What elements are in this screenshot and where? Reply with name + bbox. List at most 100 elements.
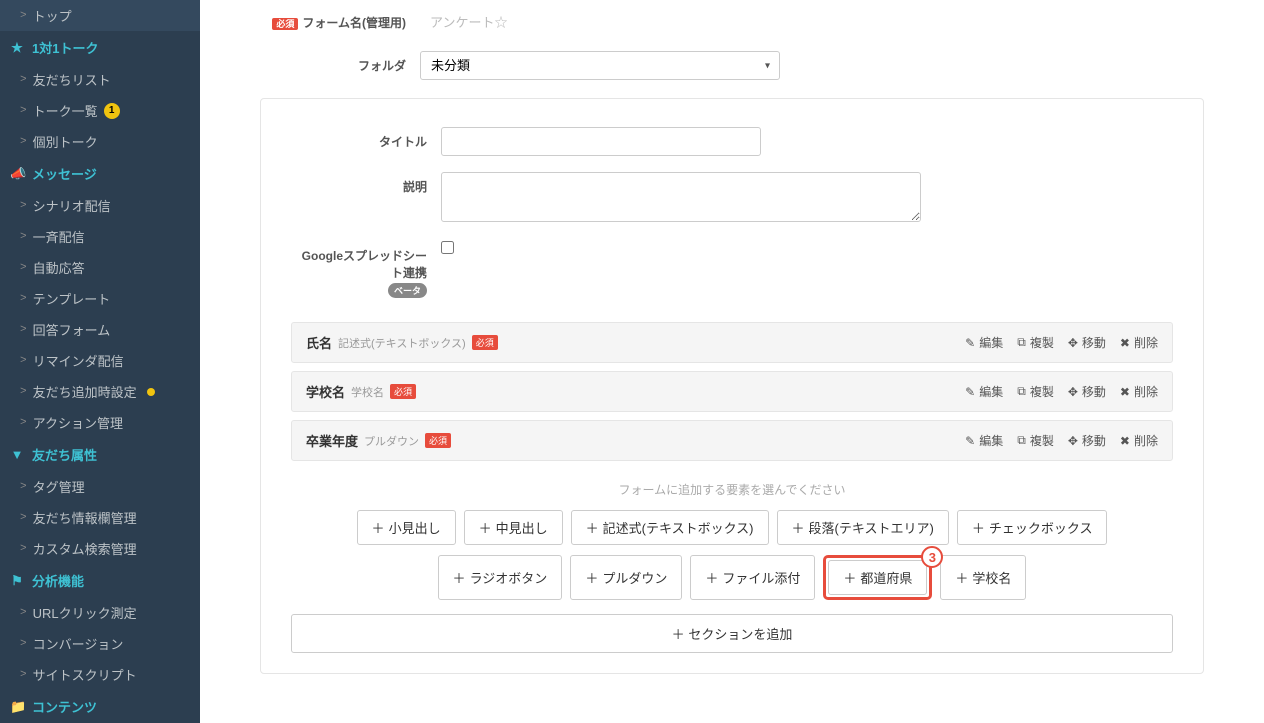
main-content: 必須フォーム名(管理用) フォルダ 未分類 タイトル 説明 Googleスプレッ…	[200, 0, 1264, 723]
sidebar-item-url-click[interactable]: >URLクリック測定	[0, 597, 200, 628]
chevron-icon: >	[20, 231, 27, 243]
plus-icon: ＋	[372, 518, 385, 537]
add-prefecture-button[interactable]: ＋都道府県	[828, 560, 927, 595]
form-name-label: 必須フォーム名(管理用)	[220, 8, 420, 31]
plus-icon: ＋	[453, 568, 466, 587]
add-textarea-button[interactable]: ＋段落(テキストエリア)	[777, 510, 949, 545]
sidebar-item-tag-mgmt[interactable]: >タグ管理	[0, 471, 200, 502]
add-school-button[interactable]: ＋学校名	[940, 555, 1026, 600]
sheet-label: Googleスプレッドシート連携 ベータ	[291, 241, 441, 298]
highlight-callout: 3 ＋都道府県	[823, 555, 932, 600]
chevron-icon: >	[20, 74, 27, 86]
copy-button[interactable]: ⧉複製	[1017, 383, 1054, 400]
sheet-checkbox[interactable]	[441, 241, 454, 254]
sidebar-item-friend-add-setting[interactable]: >友だち追加時設定	[0, 376, 200, 407]
move-button[interactable]: ✥移動	[1068, 383, 1106, 400]
move-button[interactable]: ✥移動	[1068, 432, 1106, 449]
edit-button[interactable]: ✎編集	[965, 383, 1003, 400]
sidebar-item-friend-list[interactable]: >友だちリスト	[0, 64, 200, 95]
chevron-icon: >	[20, 262, 27, 274]
add-textbox-button[interactable]: ＋記述式(テキストボックス)	[571, 510, 769, 545]
sidebar-section-contents[interactable]: 📁コンテンツ	[0, 690, 200, 723]
field-row: 学校名 学校名 必須✎編集⧉複製✥移動✖削除	[291, 371, 1173, 412]
flag-icon: ⚑	[10, 573, 24, 589]
field-name: 卒業年度	[306, 431, 358, 450]
sidebar-item-answer-form[interactable]: >回答フォーム	[0, 314, 200, 345]
chevron-icon: >	[20, 638, 27, 650]
add-section-button[interactable]: ＋ セクションを追加	[291, 614, 1173, 653]
sidebar-section-message[interactable]: 📣メッセージ	[0, 157, 200, 190]
star-icon: ★	[10, 40, 24, 56]
sidebar-item-talk-list[interactable]: >トーク一覧1	[0, 95, 200, 126]
sidebar-section-one-on-one[interactable]: ★1対1トーク	[0, 31, 200, 64]
sidebar-item-template[interactable]: >テンプレート	[0, 283, 200, 314]
beta-badge: ベータ	[388, 283, 427, 298]
add-small-heading-button[interactable]: ＋小見出し	[357, 510, 456, 545]
close-icon: ✖	[1120, 385, 1130, 399]
pencil-icon: ✎	[965, 336, 975, 350]
sidebar-section-friend-attr[interactable]: ▼友だち属性	[0, 438, 200, 471]
chevron-icon: >	[20, 417, 27, 429]
sidebar-item-scenario[interactable]: >シナリオ配信	[0, 190, 200, 221]
field-type: 記述式(テキストボックス)	[338, 335, 466, 351]
add-checkbox-button[interactable]: ＋チェックボックス	[957, 510, 1108, 545]
desc-label: 説明	[291, 172, 441, 195]
title-input[interactable]	[441, 127, 761, 156]
chevron-icon: >	[20, 10, 27, 22]
chevron-icon: >	[20, 512, 27, 524]
copy-button[interactable]: ⧉複製	[1017, 334, 1054, 351]
copy-icon: ⧉	[1017, 433, 1026, 448]
required-badge: 必須	[272, 18, 298, 30]
field-row: 氏名 記述式(テキストボックス) 必須✎編集⧉複製✥移動✖削除	[291, 322, 1173, 363]
edit-button[interactable]: ✎編集	[965, 334, 1003, 351]
field-name: 氏名	[306, 333, 332, 352]
sidebar-item-top[interactable]: >トップ	[0, 0, 200, 31]
chevron-icon: >	[20, 669, 27, 681]
megaphone-icon: 📣	[10, 166, 24, 182]
add-radio-button[interactable]: ＋ラジオボタン	[438, 555, 563, 600]
plus-icon: ＋	[792, 518, 805, 537]
plus-icon: ＋	[972, 518, 985, 537]
badge-count: 1	[104, 103, 120, 119]
move-icon: ✥	[1068, 434, 1078, 448]
sidebar-item-individual-talk[interactable]: >個別トーク	[0, 126, 200, 157]
plus-icon: ＋	[672, 627, 685, 642]
sidebar-item-friend-info-mgmt[interactable]: >友だち情報欄管理	[0, 502, 200, 533]
field-row: 卒業年度 プルダウン 必須 ✎編集 ⧉複製 ✥移動 ✖削除	[291, 420, 1173, 461]
pencil-icon: ✎	[965, 434, 975, 448]
folder-select[interactable]: 未分類	[420, 51, 780, 80]
chevron-icon: >	[20, 355, 27, 367]
plus-icon: ＋	[586, 518, 599, 537]
plus-icon: ＋	[955, 568, 968, 587]
plus-icon: ＋	[843, 568, 856, 587]
plus-icon: ＋	[705, 568, 718, 587]
add-mid-heading-button[interactable]: ＋中見出し	[464, 510, 563, 545]
add-pulldown-button[interactable]: ＋プルダウン	[570, 555, 682, 600]
sidebar-item-custom-search-mgmt[interactable]: >カスタム検索管理	[0, 533, 200, 564]
delete-button[interactable]: ✖削除	[1120, 432, 1158, 449]
sidebar-item-site-script[interactable]: >サイトスクリプト	[0, 659, 200, 690]
required-badge: 必須	[425, 433, 451, 448]
sidebar-item-broadcast[interactable]: >一斉配信	[0, 221, 200, 252]
sidebar-item-reminder[interactable]: >リマインダ配信	[0, 345, 200, 376]
add-file-button[interactable]: ＋ファイル添付	[690, 555, 815, 600]
pencil-icon: ✎	[965, 385, 975, 399]
move-icon: ✥	[1068, 385, 1078, 399]
sidebar-item-action-mgmt[interactable]: >アクション管理	[0, 407, 200, 438]
close-icon: ✖	[1120, 336, 1130, 350]
delete-button[interactable]: ✖削除	[1120, 334, 1158, 351]
copy-icon: ⧉	[1017, 384, 1026, 399]
edit-button[interactable]: ✎編集	[965, 432, 1003, 449]
delete-button[interactable]: ✖削除	[1120, 383, 1158, 400]
copy-button[interactable]: ⧉複製	[1017, 432, 1054, 449]
close-icon: ✖	[1120, 434, 1130, 448]
add-hint: フォームに追加する要素を選んでください	[291, 481, 1173, 498]
desc-textarea[interactable]	[441, 172, 921, 222]
required-badge: 必須	[390, 384, 416, 399]
sidebar-item-auto-reply[interactable]: >自動応答	[0, 252, 200, 283]
sidebar-item-conversion[interactable]: >コンバージョン	[0, 628, 200, 659]
form-name-input[interactable]	[420, 8, 740, 35]
field-type: プルダウン	[364, 433, 419, 449]
chevron-icon: >	[20, 607, 27, 619]
move-button[interactable]: ✥移動	[1068, 334, 1106, 351]
